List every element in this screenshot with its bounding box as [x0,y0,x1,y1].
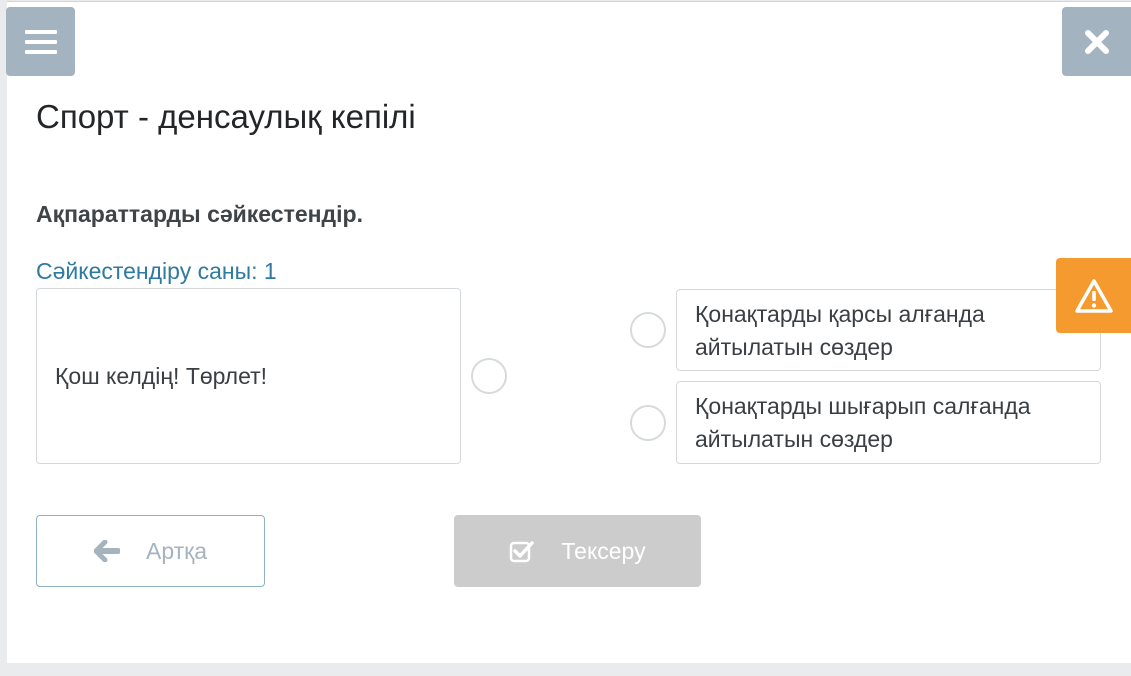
page-title: Спорт - денсаулық кепілі [36,98,416,135]
right-match-item-2[interactable]: Қонақтарды шығарып салғанда айтылатын сө… [676,381,1101,464]
right-match-item-1[interactable]: Қонақтарды қарсы алғанда айтылатын сөзде… [676,289,1101,371]
report-warning-button[interactable] [1056,258,1131,333]
checkbox-check-icon [510,541,535,563]
warning-triangle-icon [1074,278,1113,313]
right-match-item-2-line2: айтылатын сөздер [695,426,893,452]
right-match-radio-1[interactable] [630,312,666,348]
right-match-item-2-line1: Қонақтарды шығарып салғанда [695,393,1031,419]
close-x-icon [1084,29,1109,54]
right-match-item-1-line2: айтылатын сөздер [695,334,893,360]
right-match-radio-2[interactable] [630,405,666,441]
back-button-label: Артқа [145,537,207,564]
menu-button[interactable] [6,7,75,76]
check-button-label: Тексеру [561,537,646,564]
match-count-label: Сәйкестендіру саны: 1 [36,258,277,284]
left-match-radio[interactable] [471,358,507,394]
check-button[interactable]: Тексеру [454,515,701,587]
back-button[interactable]: Артқа [36,515,265,587]
right-match-item-1-line1: Қонақтарды қарсы алғанда [695,301,985,327]
task-instruction: Ақпараттарды сәйкестендір. [36,201,363,227]
close-button[interactable] [1062,7,1131,76]
hamburger-menu-icon [24,29,57,54]
left-match-item[interactable]: Қош келдің! Төрлет! [36,288,461,464]
left-match-item-label: Қош келдің! Төрлет! [55,362,268,389]
arrow-left-icon [93,540,120,562]
